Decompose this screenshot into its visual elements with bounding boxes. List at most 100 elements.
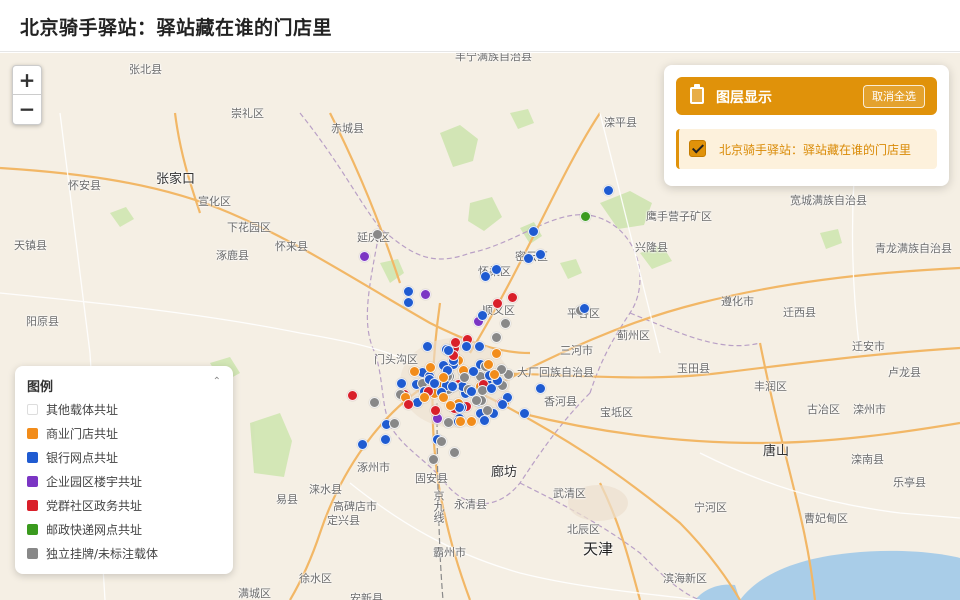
map-label: 丰宁满族自治县: [455, 53, 532, 63]
station-marker[interactable]: [356, 438, 368, 450]
map-label: 天镇县: [14, 239, 47, 252]
map-label: 曹妃甸区: [804, 512, 848, 525]
station-marker[interactable]: [465, 415, 477, 427]
legend-item: 其他载体共址: [27, 402, 158, 426]
legend-item: 党群社区政务共址: [27, 498, 158, 522]
legend-item: 独立挂牌/未标注载体: [27, 546, 158, 570]
map-label: 宁河区: [694, 501, 727, 514]
map-label: 武清区: [553, 487, 586, 500]
legend-title: 图例: [27, 380, 54, 395]
map-label: 徐水区: [299, 572, 332, 585]
zoom-control[interactable]: + −: [12, 65, 42, 125]
station-marker[interactable]: [421, 341, 433, 353]
legend-swatch: [27, 548, 38, 559]
map-label: 易县: [276, 493, 298, 506]
station-marker[interactable]: [478, 415, 490, 427]
legend-item: 商业门店共址: [27, 426, 158, 450]
map-label: 兴隆县: [635, 241, 668, 254]
map-label: 唐山: [763, 444, 790, 459]
station-marker[interactable]: [368, 396, 380, 408]
map-label: 京九线: [432, 490, 445, 523]
station-marker[interactable]: [435, 435, 447, 447]
station-marker[interactable]: [522, 252, 534, 264]
clipboard-icon: [690, 84, 704, 104]
legend-swatch: [27, 476, 38, 487]
station-marker[interactable]: [579, 210, 591, 222]
station-marker[interactable]: [448, 446, 460, 458]
legend-item: 邮政快递网点共址: [27, 522, 158, 546]
map-label: 迁西县: [783, 306, 816, 319]
map-label: 迁安市: [852, 340, 885, 353]
map-label: 张家口: [156, 172, 196, 187]
station-marker[interactable]: [379, 433, 391, 445]
title-bar: 北京骑手驿站：驿站藏在谁的门店里: [0, 0, 960, 52]
legend-swatch: [27, 428, 38, 439]
map-label: 香河县: [544, 395, 577, 408]
station-marker[interactable]: [395, 377, 407, 389]
station-marker[interactable]: [437, 371, 449, 383]
station-marker[interactable]: [518, 407, 530, 419]
station-marker[interactable]: [444, 400, 456, 412]
station-marker[interactable]: [470, 394, 482, 406]
station-marker[interactable]: [419, 288, 431, 300]
layer-item-label: 北京骑手驿站：驿站藏在谁的门店里: [719, 143, 912, 157]
collapse-icon[interactable]: ⌃: [213, 376, 221, 387]
map-label: 霸州市: [433, 546, 466, 559]
map-label: 固安县: [415, 472, 448, 485]
layer-checkbox[interactable]: [689, 140, 706, 157]
station-marker[interactable]: [481, 404, 493, 416]
station-marker[interactable]: [429, 404, 441, 416]
map-label: 鹰手营子矿区: [646, 210, 712, 223]
layer-panel-header: 图层显示 取消全选: [676, 77, 937, 115]
map-label: 古冶区: [807, 403, 840, 416]
map-label: 遵化市: [721, 295, 754, 308]
station-marker[interactable]: [459, 371, 471, 383]
station-marker[interactable]: [491, 297, 503, 309]
legend-panel: 图例 ⌃ 其他载体共址 商业门店共址 银行网点共址 企业园区楼宇共址 党群社区政…: [15, 366, 233, 574]
map-label: 涿州市: [357, 461, 390, 474]
station-marker[interactable]: [479, 270, 491, 282]
map-label: 下花园区: [227, 221, 271, 234]
map-label: 滦平县: [604, 116, 637, 129]
station-marker[interactable]: [490, 263, 502, 275]
station-marker[interactable]: [474, 340, 486, 352]
zoom-out-button[interactable]: −: [13, 95, 41, 124]
map-label: 安新县: [350, 592, 383, 600]
station-marker[interactable]: [490, 331, 502, 343]
map-label: 涿鹿县: [216, 249, 249, 262]
station-marker[interactable]: [499, 317, 511, 329]
station-marker[interactable]: [602, 184, 614, 196]
station-marker[interactable]: [506, 291, 518, 303]
deselect-all-button[interactable]: 取消全选: [863, 85, 925, 108]
station-marker[interactable]: [578, 302, 590, 314]
station-marker[interactable]: [427, 453, 439, 465]
station-marker[interactable]: [358, 250, 370, 262]
station-marker[interactable]: [388, 417, 400, 429]
station-marker[interactable]: [454, 415, 466, 427]
station-marker[interactable]: [534, 382, 546, 394]
station-marker[interactable]: [409, 365, 421, 377]
station-marker[interactable]: [443, 416, 455, 428]
station-marker[interactable]: [371, 228, 383, 240]
map-label: 玉田县: [677, 362, 710, 375]
map-label: 张北县: [129, 63, 162, 76]
legend-swatch: [27, 500, 38, 511]
map-label: 滦州市: [853, 403, 886, 416]
map-label: 蓟州区: [617, 329, 650, 342]
station-marker[interactable]: [534, 248, 546, 260]
station-marker[interactable]: [346, 389, 358, 401]
map-label: 崇礼区: [231, 107, 264, 120]
station-marker[interactable]: [527, 225, 539, 237]
map-label: 阳原县: [26, 315, 59, 328]
station-marker[interactable]: [402, 285, 414, 297]
map-label: 定兴县: [327, 514, 360, 527]
station-marker[interactable]: [402, 296, 414, 308]
map-label: 怀来县: [275, 240, 308, 253]
legend-swatch: [27, 452, 38, 463]
map-label: 怀安县: [68, 179, 101, 192]
layer-item[interactable]: 北京骑手驿站：驿站藏在谁的门店里: [676, 129, 937, 169]
station-marker[interactable]: [476, 309, 488, 321]
station-marker[interactable]: [447, 380, 459, 392]
zoom-in-button[interactable]: +: [13, 66, 41, 95]
legend-swatch: [27, 404, 38, 415]
